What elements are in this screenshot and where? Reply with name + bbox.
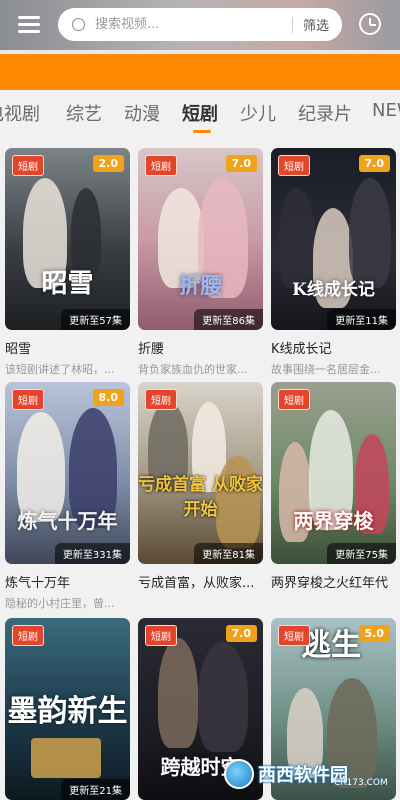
score-badge: 5.0 — [358, 625, 390, 642]
genre-badge: 短剧 — [145, 155, 177, 176]
genre-badge: 短剧 — [145, 389, 177, 410]
episode-badge: 更新至86集 — [194, 309, 263, 330]
poster: 昭雪 短剧 2.0 更新至57集 — [5, 148, 130, 330]
genre-badge: 短剧 — [12, 389, 44, 410]
episode-badge: 更新至331集 — [54, 543, 130, 564]
card-title: 折腰 — [138, 342, 165, 357]
tab-tv[interactable]: 电视剧 — [0, 100, 40, 126]
card-title: 亏成首富，从败家... — [138, 576, 255, 591]
card-desc: 隐秘的小村庄里，曾... — [5, 597, 115, 610]
card-desc: 该短剧讲述了林昭，... — [5, 363, 115, 376]
poster-title-art: 亏成首富 从败家开始 — [138, 475, 263, 520]
category-tabs: 电视剧 综艺 动漫 短剧 少儿 纪录片 NEWS — [0, 92, 400, 136]
poster: 折腰 短剧 7.0 更新至86集 — [138, 148, 263, 330]
score-badge: 7.0 — [225, 625, 257, 642]
episode-badge: 更新至81集 — [194, 543, 263, 564]
poster-title-art: 昭雪 — [41, 269, 94, 299]
poster-title-art: 两界穿梭 — [293, 509, 374, 533]
card-title: 昭雪 — [5, 342, 32, 357]
poster: 亏成首富 从败家开始 短剧 更新至81集 — [138, 382, 263, 564]
site-watermark: 西西软件园 CR173.COM — [224, 754, 392, 794]
card-title: 炼气十万年 — [5, 576, 71, 591]
card-desc: 背负家族血仇的世家... — [138, 363, 248, 376]
video-card[interactable]: 亏成首富 从败家开始 短剧 更新至81集 亏成首富，从败家... — [138, 382, 263, 591]
score-badge: 8.0 — [92, 389, 124, 406]
poster-title-art: K线成长记 — [292, 280, 375, 300]
menu-icon[interactable] — [18, 15, 40, 33]
episode-badge: 更新至21集 — [61, 779, 130, 800]
video-card[interactable]: 炼气十万年 短剧 8.0 更新至331集 炼气十万年 隐秘的小村庄里，曾... — [5, 382, 130, 611]
poster: 炼气十万年 短剧 8.0 更新至331集 — [5, 382, 130, 564]
tab-anime[interactable]: 动漫 — [124, 100, 160, 126]
history-clock-icon[interactable] — [359, 13, 381, 35]
tab-documentary[interactable]: 纪录片 — [298, 100, 352, 126]
search-bar[interactable]: 筛选 — [58, 8, 342, 41]
tab-short-drama[interactable]: 短剧 — [182, 100, 218, 126]
poster: 墨韵新生 短剧 更新至21集 — [5, 618, 130, 800]
episode-badge: 更新至75集 — [327, 543, 396, 564]
genre-badge: 短剧 — [12, 625, 44, 646]
watermark-url: CR173.COM — [334, 778, 388, 788]
card-desc: 故事围绕一名居层金... — [271, 363, 381, 376]
watermark-logo-icon — [224, 759, 254, 789]
episode-badge: 更新至11集 — [327, 309, 396, 330]
poster-title-art: 折腰 — [178, 273, 223, 299]
filter-button[interactable]: 筛选 — [293, 15, 342, 34]
poster: K线成长记 短剧 7.0 更新至11集 — [271, 148, 396, 330]
active-tab-indicator — [193, 130, 211, 133]
video-card[interactable]: 两界穿梭 短剧 更新至75集 两界穿梭之火红年代 — [271, 382, 396, 591]
tab-variety[interactable]: 综艺 — [66, 100, 102, 126]
score-badge: 7.0 — [225, 155, 257, 172]
genre-badge: 短剧 — [278, 389, 310, 410]
tab-kids[interactable]: 少儿 — [240, 100, 276, 126]
video-card[interactable]: 折腰 短剧 7.0 更新至86集 折腰 背负家族血仇的世家... — [138, 148, 263, 377]
genre-badge: 短剧 — [278, 155, 310, 176]
card-title: 两界穿梭之火红年代 — [271, 576, 389, 591]
promo-banner[interactable] — [0, 54, 400, 90]
video-card[interactable]: K线成长记 短剧 7.0 更新至11集 K线成长记 故事围绕一名居层金... — [271, 148, 396, 377]
poster-title-art: 墨韵新生 — [7, 694, 128, 729]
score-badge: 2.0 — [92, 155, 124, 172]
poster-title-art: 炼气十万年 — [17, 509, 118, 533]
video-card[interactable]: 墨韵新生 短剧 更新至21集 — [5, 618, 130, 800]
tab-news[interactable]: NEWS — [372, 100, 400, 121]
search-icon — [72, 18, 85, 31]
genre-badge: 短剧 — [278, 625, 310, 646]
genre-badge: 短剧 — [12, 155, 44, 176]
search-input[interactable] — [95, 10, 292, 39]
top-bar: 筛选 — [0, 0, 400, 50]
poster: 两界穿梭 短剧 更新至75集 — [271, 382, 396, 564]
card-title: K线成长记 — [271, 342, 332, 357]
video-card[interactable]: 昭雪 短剧 2.0 更新至57集 昭雪 该短剧讲述了林昭，... — [5, 148, 130, 377]
score-badge: 7.0 — [358, 155, 390, 172]
genre-badge: 短剧 — [145, 625, 177, 646]
episode-badge: 更新至57集 — [61, 309, 130, 330]
